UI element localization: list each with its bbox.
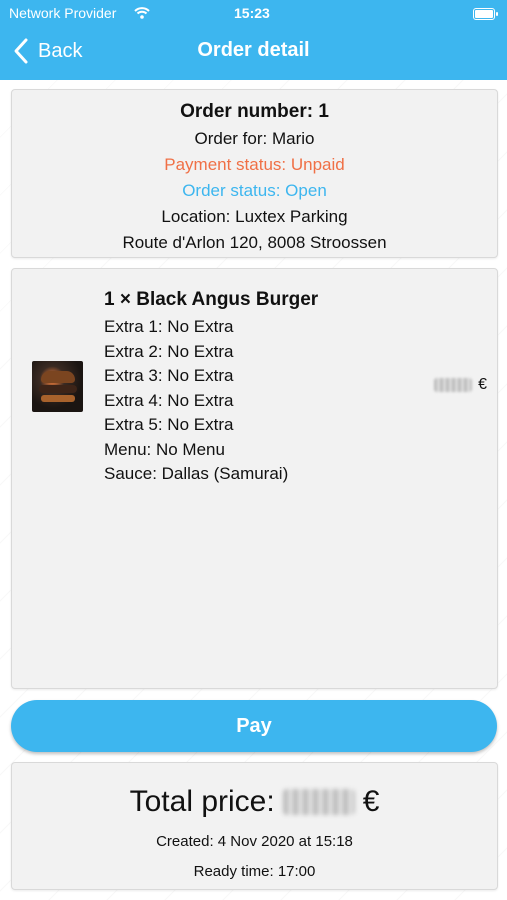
pay-button[interactable]: Pay [11, 700, 497, 752]
option-line: Sauce: Dallas (Samurai) [104, 464, 289, 483]
option-line: Extra 3: No Extra [104, 366, 234, 385]
location: Location: Luxtex Parking [161, 207, 348, 226]
total-currency: € [362, 785, 380, 818]
page-title: Order detail [197, 39, 310, 61]
order-status: Order status: Open [182, 181, 327, 200]
nav-row: Back Order detail [0, 34, 507, 70]
wifi-icon [134, 6, 150, 22]
option-line: Extra 4: No Extra [104, 390, 234, 410]
blurred-total-amount [282, 789, 355, 815]
battery-icon [473, 8, 498, 20]
burger-thumbnail [32, 361, 83, 412]
option-line: Menu: No Menu [104, 439, 225, 459]
total-label: Total price: [129, 785, 275, 818]
item-title: 1 × Black Angus Burger [104, 289, 319, 310]
address: Route d'Arlon 120, 8008 Stroossen [122, 233, 387, 252]
order-info-card: Order number: 1 Order for: Mario Payment… [11, 89, 498, 258]
ready-time: Ready time: 17:00 [193, 863, 316, 880]
created-time: Created: 4 Nov 2020 at 15:18 [156, 833, 353, 850]
item-options: Extra 1: No Extra Extra 2: No Extra Extr… [104, 317, 288, 489]
option-line: Extra 2: No Extra [104, 341, 234, 361]
option-line: Extra 1: No Extra [104, 317, 234, 336]
clock-time: 15:23 [234, 5, 270, 21]
total-price: Total price: € [12, 785, 497, 819]
order-for: Order for: Mario [194, 129, 315, 148]
option-line: Extra 5: No Extra [104, 415, 234, 434]
carrier-label: Network Provider [9, 5, 117, 21]
order-item-card: 1 × Black Angus Burger Extra 1: No Extra… [11, 268, 498, 689]
order-number: Order number: 1 [180, 101, 329, 122]
status-bar: Network Provider 15:23 [0, 4, 507, 24]
blurred-amount [434, 378, 473, 392]
currency-symbol: € [478, 376, 487, 393]
item-price: € [434, 376, 487, 394]
header-bar: Network Provider 15:23 Back Order detail [0, 0, 507, 80]
summary-card: Total price: € Created: 4 Nov 2020 at 15… [11, 762, 498, 890]
payment-status: Payment status: Unpaid [164, 155, 345, 174]
